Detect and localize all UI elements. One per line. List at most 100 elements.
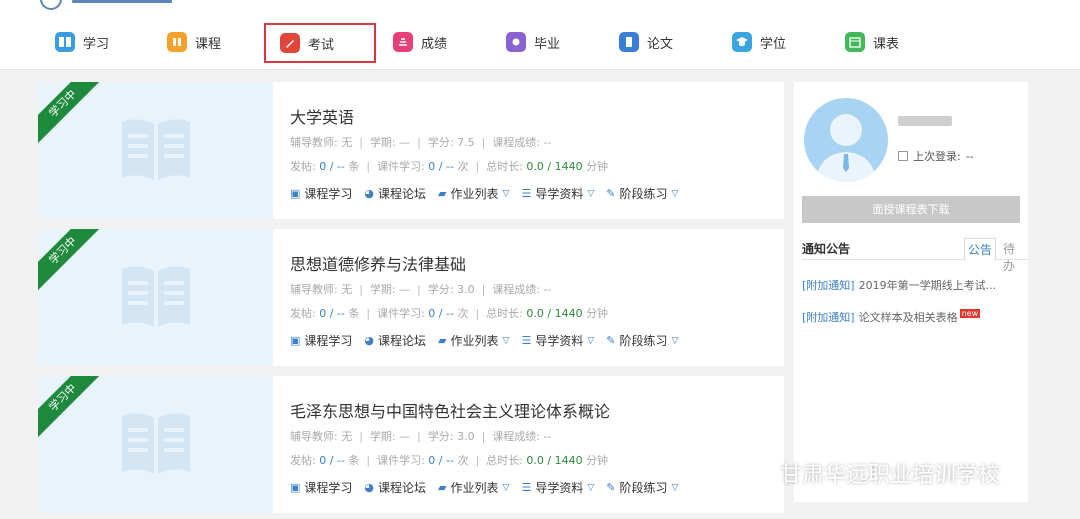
homework-list-dropdown[interactable]: ▰ 作业列表 ▽ xyxy=(438,479,509,496)
course-card: 学习中 大学英语 辅导教师: 无 | 学期: — | 学分: 7.5 | 课程成绩: -- … xyxy=(38,82,784,219)
guide-materials-dropdown[interactable]: ☰ 导学资料 ▽ xyxy=(521,185,594,202)
tab-announcements[interactable]: 公告 xyxy=(964,238,997,261)
nav-label: 论文 xyxy=(647,36,674,52)
chevron-down-icon: ▽ xyxy=(502,482,510,493)
stage-practice-dropdown[interactable]: ✎ 阶段练习 ▽ xyxy=(606,185,678,202)
avatar[interactable] xyxy=(804,98,888,182)
nav-item-degree[interactable]: 学位 xyxy=(732,28,786,56)
nav-item-schedule[interactable]: 课表 xyxy=(845,28,899,56)
book-icon xyxy=(55,32,75,52)
course-thumbnail[interactable]: 学习中 xyxy=(38,229,273,366)
list-icon: ☰ xyxy=(521,334,532,347)
book-icon xyxy=(122,266,190,327)
course-forum-link[interactable]: ◕ 课程论坛 xyxy=(364,332,426,349)
chevron-down-icon: ▽ xyxy=(587,335,595,346)
user-sidebar: 上次登录: -- 面授课程表下载 通知公告 公告 待办 [附加通知] 2019年第… xyxy=(794,82,1028,502)
course-title[interactable]: 思想道德修养与法律基础 xyxy=(290,251,466,275)
play-icon: ▣ xyxy=(290,187,301,200)
nav-label: 课程 xyxy=(195,36,222,52)
course-title[interactable]: 毛泽东思想与中国特色社会主义理论体系概论 xyxy=(290,398,610,422)
status-ribbon: 学习中 xyxy=(38,229,109,297)
chat-icon: ◕ xyxy=(364,481,375,494)
score-icon xyxy=(393,32,413,52)
graduation-icon xyxy=(506,32,526,52)
nav-item-score[interactable]: 成绩 xyxy=(393,28,447,56)
chevron-down-icon: ▽ xyxy=(671,188,679,199)
pen-icon xyxy=(280,33,300,53)
chat-icon: ◕ xyxy=(364,187,375,200)
chevron-down-icon: ▽ xyxy=(671,482,679,493)
course-title[interactable]: 大学英语 xyxy=(290,104,354,128)
status-ribbon: 学习中 xyxy=(38,376,109,444)
paper-icon xyxy=(619,32,639,52)
list-icon: ☰ xyxy=(521,481,532,494)
stage-practice-dropdown[interactable]: ✎ 阶段练习 ▽ xyxy=(606,479,678,496)
nav-label: 成绩 xyxy=(421,36,448,52)
nav-item-graduation[interactable]: 毕业 xyxy=(506,28,560,56)
nav-item-study[interactable]: 学习 xyxy=(55,28,109,56)
course-card: 学习中 毛泽东思想与中国特色社会主义理论体系概论 辅导教师: 无 | 学期: — | 学… xyxy=(38,376,784,513)
nav-item-thesis[interactable]: 论文 xyxy=(619,28,673,56)
homework-list-dropdown[interactable]: ▰ 作业列表 ▽ xyxy=(438,185,509,202)
logo-subtitle-fragment xyxy=(72,0,172,3)
chevron-down-icon: ▽ xyxy=(502,335,510,346)
course-study-link[interactable]: ▣ 课程学习 xyxy=(290,185,352,202)
notice-item[interactable]: [附加通知] 2019年第一学期线上考试... xyxy=(802,277,996,293)
folder-icon: ▰ xyxy=(438,481,447,494)
course-card: 学习中 思想道德修养与法律基础 辅导教师: 无 | 学期: — | 学分: 3.0 | 课程… xyxy=(38,229,784,366)
checkbox-icon xyxy=(898,151,908,161)
course-meta-line: 辅导教师: 无 | 学期: — | 学分: 3.0 | 课程成绩: -- xyxy=(290,283,552,296)
nav-label: 毕业 xyxy=(534,36,561,52)
chevron-down-icon: ▽ xyxy=(587,482,595,493)
course-study-link[interactable]: ▣ 课程学习 xyxy=(290,332,352,349)
chevron-down-icon: ▽ xyxy=(671,335,679,346)
cap-icon xyxy=(732,32,752,52)
nav-label: 学位 xyxy=(760,36,787,52)
guide-materials-dropdown[interactable]: ☰ 导学资料 ▽ xyxy=(521,479,594,496)
course-forum-link[interactable]: ◕ 课程论坛 xyxy=(364,185,426,202)
status-ribbon: 学习中 xyxy=(38,82,109,150)
book-icon xyxy=(122,119,190,180)
guide-materials-dropdown[interactable]: ☰ 导学资料 ▽ xyxy=(521,332,594,349)
folder-icon: ▰ xyxy=(438,334,447,347)
school-logo[interactable] xyxy=(40,0,62,10)
download-schedule-button[interactable]: 面授课程表下载 xyxy=(802,196,1020,223)
username-redacted xyxy=(898,116,952,126)
stage-practice-dropdown[interactable]: ✎ 阶段练习 ▽ xyxy=(606,332,678,349)
list-icon: ☰ xyxy=(521,187,532,200)
nav-label: 课表 xyxy=(873,36,900,52)
chevron-down-icon: ▽ xyxy=(502,188,510,199)
new-badge: new xyxy=(959,309,981,318)
course-thumbnail[interactable]: 学习中 xyxy=(38,82,273,219)
homework-list-dropdown[interactable]: ▰ 作业列表 ▽ xyxy=(438,332,509,349)
wechat-icon xyxy=(739,461,772,485)
wechat-watermark: 甘肃华远职业培训学校 xyxy=(738,457,1000,489)
course-thumbnail[interactable]: 学习中 xyxy=(38,376,273,513)
notice-item[interactable]: [附加通知] 论文样本及相关表格 new xyxy=(802,309,981,325)
play-icon: ▣ xyxy=(290,334,301,347)
course-progress-line: 发帖: 0 / -- 条 | 课件学习: 0 / -- 次 | 总时长: 0.0 / 1… xyxy=(290,160,609,173)
play-icon: ▣ xyxy=(290,481,301,494)
course-actions: ▣ 课程学习 ◕ 课程论坛 ▰ 作业列表 ▽ ☰ 导学资料 ▽ ✎ 阶段练习 ▽ xyxy=(290,479,678,496)
calendar-icon xyxy=(845,32,865,52)
course-study-link[interactable]: ▣ 课程学习 xyxy=(290,479,352,496)
nav-item-course[interactable]: 课程 xyxy=(167,28,221,56)
nav-label: 学习 xyxy=(83,36,110,52)
main-nav: 学习 课程 考试 成绩 毕业 论文 学位 课表 xyxy=(0,12,1080,70)
chat-icon: ◕ xyxy=(364,334,375,347)
edit-icon: ✎ xyxy=(606,334,616,347)
nav-label: 考试 xyxy=(308,37,335,53)
course-progress-line: 发帖: 0 / -- 条 | 课件学习: 0 / -- 次 | 总时长: 0.0 / 1… xyxy=(290,307,609,320)
user-avatar-icon xyxy=(816,114,876,182)
course-actions: ▣ 课程学习 ◕ 课程论坛 ▰ 作业列表 ▽ ☰ 导学资料 ▽ ✎ 阶段练习 ▽ xyxy=(290,185,678,202)
course-actions: ▣ 课程学习 ◕ 课程论坛 ▰ 作业列表 ▽ ☰ 导学资料 ▽ ✎ 阶段练习 ▽ xyxy=(290,332,678,349)
tab-todo[interactable]: 待办 xyxy=(1000,238,1028,276)
edit-icon: ✎ xyxy=(606,481,616,494)
header-strip xyxy=(0,0,1080,12)
course-meta-line: 辅导教师: 无 | 学期: — | 学分: 3.0 | 课程成绩: -- xyxy=(290,430,552,443)
course-meta-line: 辅导教师: 无 | 学期: — | 学分: 7.5 | 课程成绩: -- xyxy=(290,136,552,149)
nav-item-exam[interactable]: 考试 xyxy=(264,23,377,63)
course-progress-line: 发帖: 0 / -- 条 | 课件学习: 0 / -- 次 | 总时长: 0.0 / 1… xyxy=(290,454,609,467)
last-login: 上次登录: -- xyxy=(898,148,974,164)
course-forum-link[interactable]: ◕ 课程论坛 xyxy=(364,479,426,496)
